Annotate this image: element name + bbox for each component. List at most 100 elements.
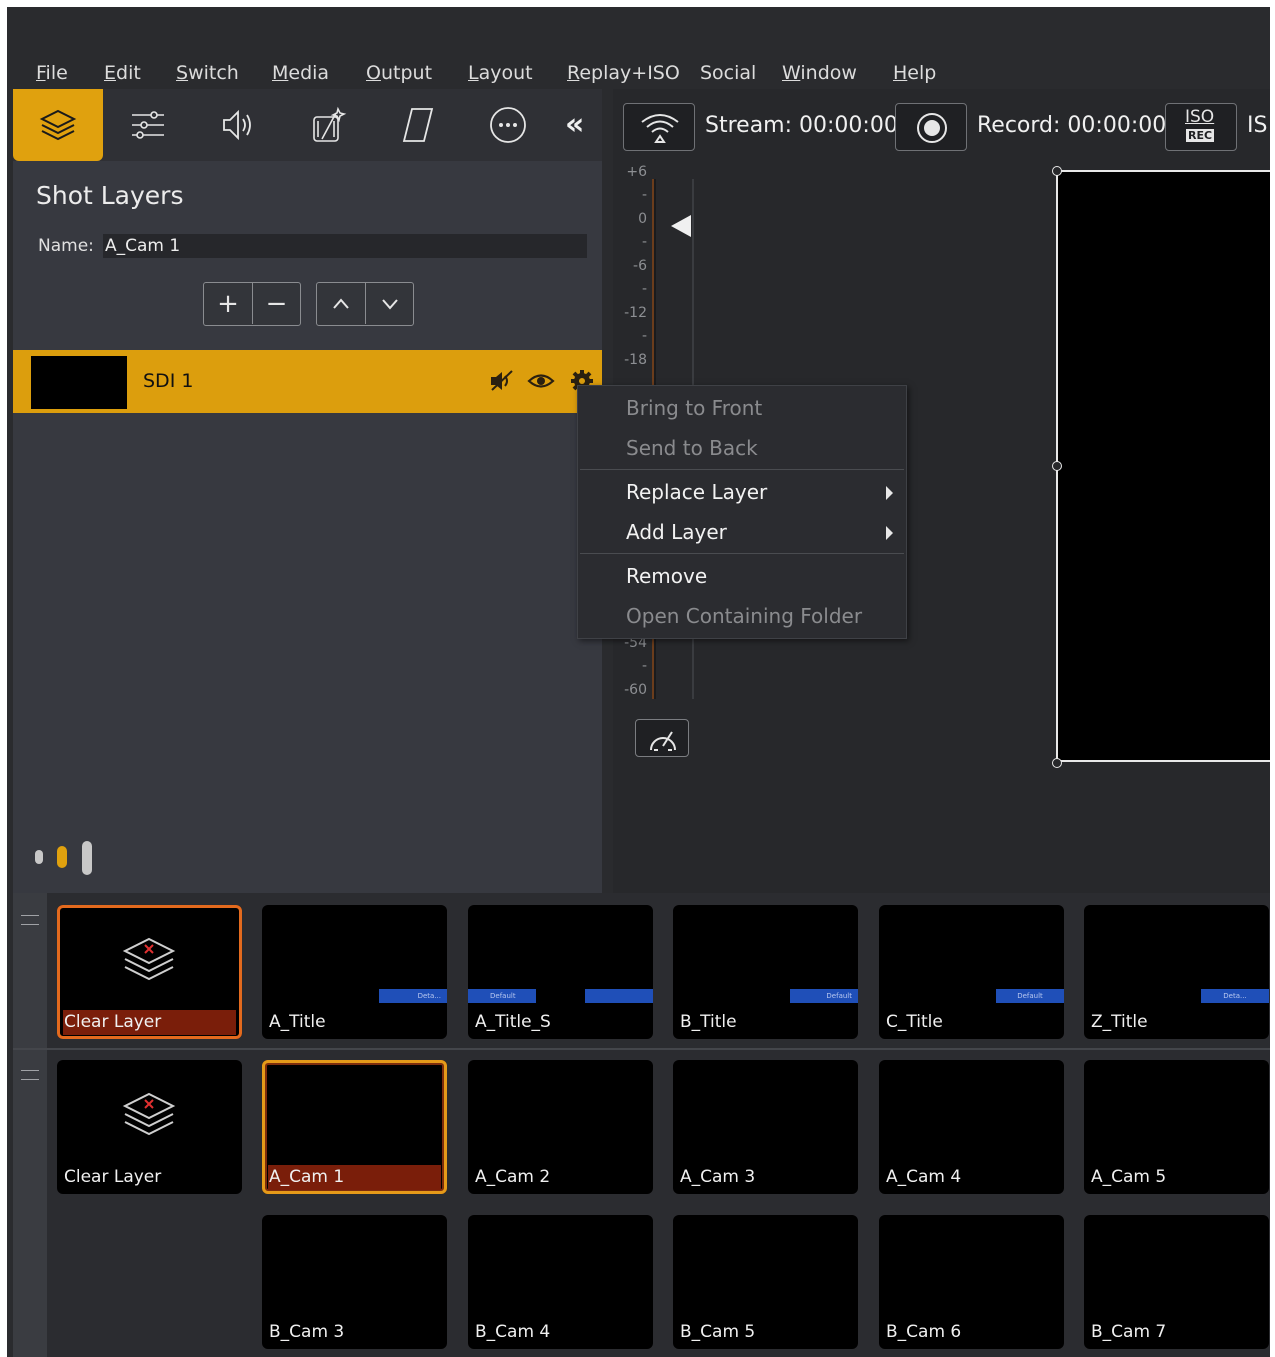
menu-file[interactable]: File — [36, 62, 68, 84]
transition-tab[interactable] — [373, 89, 463, 161]
shot-tile-a-cam-2[interactable]: A_Cam 2 — [468, 1060, 653, 1194]
menu-replace-layer[interactable]: Replace Layer — [626, 480, 767, 504]
layer-row[interactable]: SDI 1 — [13, 350, 602, 413]
shot-tile-b-cam-7[interactable]: B_Cam 7 — [1084, 1215, 1269, 1349]
shot-label: A_Cam 5 — [1091, 1167, 1167, 1187]
name-input[interactable] — [103, 234, 587, 258]
row-drag-handle[interactable] — [13, 893, 47, 1048]
shot-label: A_Cam 3 — [680, 1167, 756, 1187]
shot-tile-b-title[interactable]: Default B_Title — [673, 905, 858, 1039]
shot-tile-a-title-s[interactable]: Default A_Title_S — [468, 905, 653, 1039]
menu-social[interactable]: Social — [700, 62, 756, 84]
iso-label: ISO — [1185, 107, 1215, 127]
meter-tick: +6 — [626, 164, 647, 180]
output-status-bar: Stream: 00:00:00 Record: 00:00:00 ISO RE… — [613, 89, 1270, 169]
rec-label: REC — [1186, 129, 1215, 142]
menu-bar: File Edit Switch Media Output Layout Rep… — [7, 59, 1270, 91]
parallelogram-icon — [402, 108, 434, 142]
meter-tick: -60 — [624, 682, 647, 698]
record-button[interactable] — [895, 103, 967, 151]
resize-handle[interactable] — [1052, 758, 1062, 768]
iso-text: IS — [1247, 113, 1268, 138]
audio-tab[interactable] — [193, 89, 283, 161]
add-layer-button[interactable]: + — [204, 283, 252, 324]
shot-tile-a-cam-5[interactable]: A_Cam 5 — [1084, 1060, 1269, 1194]
title-bar-preview: Default — [790, 989, 858, 1003]
eye-icon[interactable] — [527, 368, 555, 394]
more-icon — [490, 107, 526, 143]
menu-separator — [580, 469, 904, 470]
menu-replay-iso[interactable]: Replay+ISO — [567, 62, 680, 84]
resize-handle[interactable] — [1052, 461, 1062, 471]
shot-tile-b-cam-5[interactable]: B_Cam 5 — [673, 1215, 858, 1349]
shot-tile-b-cam-6[interactable]: B_Cam 6 — [879, 1215, 1064, 1349]
shot-tile-c-title[interactable]: Default C_Title — [879, 905, 1064, 1039]
menu-send-to-back: Send to Back — [626, 436, 758, 460]
move-down-button[interactable] — [365, 283, 413, 324]
meter-tick: - — [641, 328, 647, 344]
volume-slider-handle[interactable] — [671, 215, 691, 237]
shot-tile-a-cam-4[interactable]: A_Cam 4 — [879, 1060, 1064, 1194]
shot-label: B_Cam 5 — [680, 1322, 756, 1342]
shot-tile-b-cam-4[interactable]: B_Cam 4 — [468, 1215, 653, 1349]
meter-tick: - — [641, 234, 647, 250]
title-bar-preview — [585, 989, 653, 1003]
shot-tile-b-cam-3[interactable]: B_Cam 3 — [262, 1215, 447, 1349]
meter-tick: - — [641, 281, 647, 297]
wifi-stream-icon — [641, 114, 679, 143]
menu-output[interactable]: Output — [366, 62, 432, 84]
layer-name: SDI 1 — [143, 370, 194, 392]
magic-clapper-icon — [313, 106, 347, 142]
row-drag-handle[interactable] — [13, 1050, 47, 1357]
stream-timer: Stream: 00:00:00 — [705, 113, 898, 138]
layers-icon — [39, 109, 77, 141]
preview-canvas[interactable] — [1056, 170, 1270, 762]
menu-help[interactable]: Help — [893, 62, 936, 84]
shot-label: Clear Layer — [63, 1010, 236, 1035]
shot-tile-z-title[interactable]: Deta... Z_Title — [1084, 905, 1269, 1039]
remove-layer-button[interactable]: − — [252, 283, 300, 324]
meter-reset-button[interactable] — [635, 719, 689, 757]
submenu-arrow-icon — [886, 486, 893, 500]
menu-switch[interactable]: Switch — [176, 62, 239, 84]
sliders-icon — [132, 111, 164, 139]
stream-button[interactable] — [623, 103, 695, 151]
more-tab[interactable] — [463, 89, 553, 161]
layers-tab[interactable] — [13, 89, 103, 161]
menu-window[interactable]: Window — [782, 62, 857, 84]
speaker-icon — [223, 109, 251, 141]
menu-media[interactable]: Media — [272, 62, 329, 84]
shot-label: B_Cam 4 — [475, 1322, 551, 1342]
menu-layout[interactable]: Layout — [468, 62, 533, 84]
shot-layers-panel: « Shot Layers Name: + − SDI 1 — [13, 89, 602, 893]
settings-tab[interactable] — [103, 89, 193, 161]
chevron-down-icon — [381, 298, 398, 310]
menu-edit[interactable]: Edit — [104, 62, 141, 84]
meter-tick: -12 — [624, 305, 647, 321]
shot-label: B_Cam 7 — [1091, 1322, 1167, 1342]
page-indicator-icon — [35, 841, 92, 875]
shot-tile-a-cam-1[interactable]: A_Cam 1 — [262, 1060, 447, 1194]
drag-handle-icon — [21, 1070, 39, 1080]
shot-label: A_Title_S — [475, 1012, 551, 1032]
resize-handle[interactable] — [1052, 166, 1062, 176]
shot-tile-clear-layer[interactable]: Clear Layer — [57, 1060, 242, 1194]
shot-tile-a-cam-3[interactable]: A_Cam 3 — [673, 1060, 858, 1194]
row-separator — [13, 1048, 1270, 1050]
menu-remove[interactable]: Remove — [626, 564, 707, 588]
reorder-group — [316, 282, 414, 326]
title-bar-preview: Deta... — [1201, 989, 1269, 1003]
shot-label: B_Title — [680, 1012, 737, 1032]
effects-tab[interactable] — [283, 89, 373, 161]
muted-speaker-icon[interactable] — [488, 368, 516, 394]
shot-tile-clear-layer[interactable]: Clear Layer — [57, 905, 242, 1039]
move-up-button[interactable] — [317, 283, 365, 324]
title-bar-preview: Default — [468, 989, 536, 1003]
submenu-arrow-icon — [886, 526, 893, 540]
shot-tile-a-title[interactable]: Deta... A_Title — [262, 905, 447, 1039]
iso-record-button[interactable]: ISO REC — [1165, 103, 1237, 151]
menu-add-layer[interactable]: Add Layer — [626, 520, 727, 544]
collapse-panel-button[interactable]: « — [565, 107, 584, 142]
record-icon — [917, 113, 947, 143]
meter-tick: -18 — [624, 352, 647, 368]
